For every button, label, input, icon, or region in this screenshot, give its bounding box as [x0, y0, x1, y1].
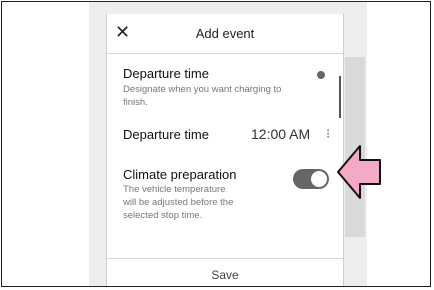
climate-preparation-toggle[interactable]	[293, 169, 329, 189]
departure-time-value[interactable]: 12:00 AM	[251, 126, 310, 142]
toggle-knob	[311, 171, 327, 187]
climate-preparation-title: Climate preparation	[123, 167, 237, 182]
status-dot	[317, 71, 325, 79]
departure-time-label: Departure time	[123, 127, 209, 142]
add-event-dialog: ✕ Add event Departure time Designate whe…	[106, 14, 344, 286]
departure-section-title: Departure time	[123, 66, 209, 81]
dialog-title: Add event	[195, 26, 255, 41]
save-button[interactable]: Save	[107, 260, 343, 286]
footer-divider	[107, 258, 343, 259]
dialog-header: ✕ Add event	[107, 14, 343, 54]
kebab-menu-icon[interactable]: ⁝	[326, 126, 330, 142]
climate-preparation-description: The vehicle temperature will be adjusted…	[123, 184, 234, 221]
pointer-arrow-icon	[337, 145, 381, 199]
screenshot-frame: ✕ Add event Departure time Designate whe…	[1, 1, 431, 287]
scrollbar[interactable]	[339, 76, 341, 118]
departure-section-description: Designate when you want charging to fini…	[123, 84, 282, 108]
